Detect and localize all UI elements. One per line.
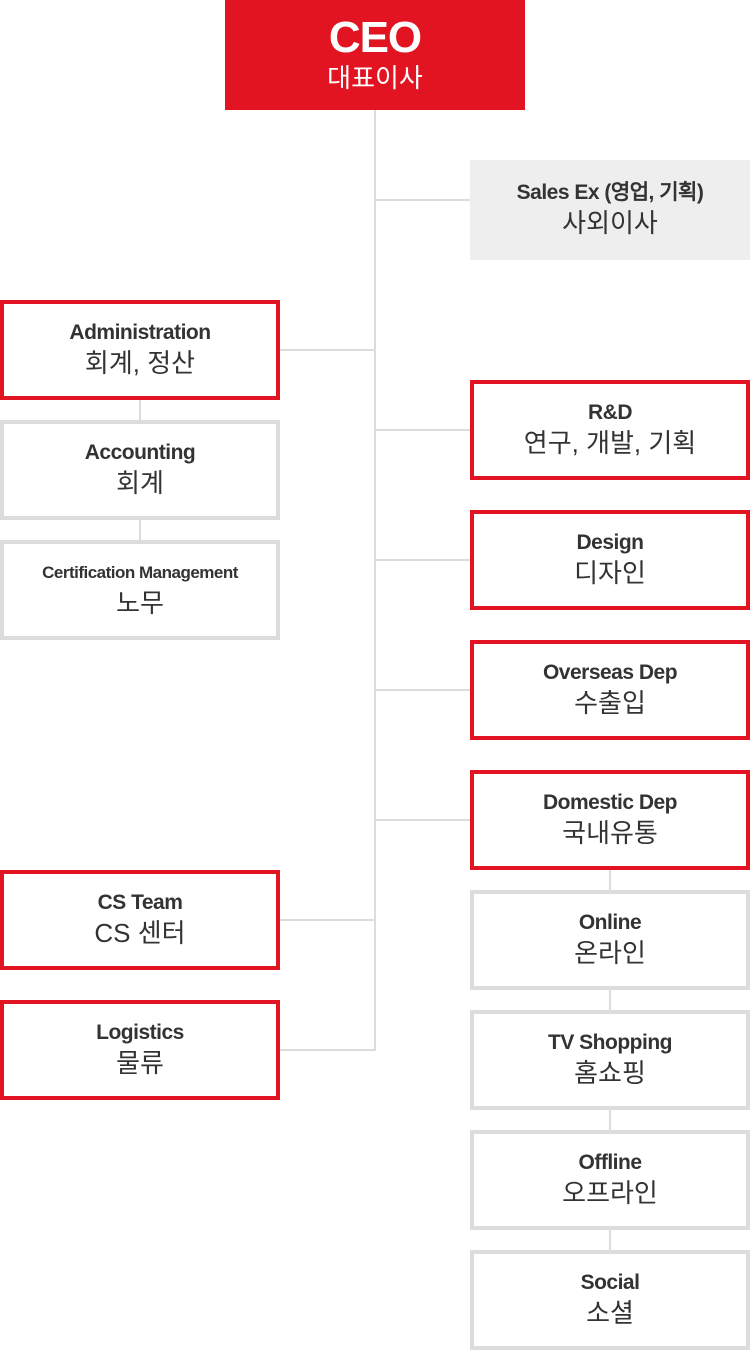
dept-offline: Offline 오프라인 [470,1130,750,1230]
dept-title-ko: 회계 [116,468,164,498]
dept-title-en: Online [578,911,642,934]
ceo-box: CEO 대표이사 [225,0,525,110]
main-trunk-line [374,110,376,1051]
dept-online: Online 온라인 [470,890,750,990]
dept-title-ko: 회계, 정산 [84,348,196,378]
dept-design: Design 디자인 [470,510,750,610]
connector-certification [139,520,141,540]
dept-title-en: R&D [588,401,633,424]
advisor-title-en: Sales Ex (영업, 기획) [516,181,704,204]
dept-title-ko: 소셜 [586,1298,634,1328]
connector-administration [280,349,375,351]
dept-title-en: TV Shopping [548,1031,672,1054]
connector-tv [609,990,611,1010]
dept-title-ko: 수출입 [574,688,646,718]
dept-title-ko: 물류 [116,1048,164,1078]
advisor-box: Sales Ex (영업, 기획) 사외이사 [470,160,750,260]
connector-rnd [375,429,470,431]
connector-overseas [375,689,470,691]
dept-title-ko: 오프라인 [562,1178,658,1208]
dept-title-en: Design [576,531,644,554]
dept-accounting: Accounting 회계 [0,420,280,520]
dept-administration: Administration 회계, 정산 [0,300,280,400]
connector-cs [280,919,375,921]
dept-title-en: Logistics [96,1021,184,1044]
dept-title-en: Administration [69,321,211,344]
dept-title-ko: 연구, 개발, 기획 [523,428,697,458]
dept-domestic: Domestic Dep 국내유통 [470,770,750,870]
dept-overseas: Overseas Dep 수출입 [470,640,750,740]
dept-title-en: Offline [578,1151,643,1174]
dept-title-en: Certification Management [42,563,238,582]
connector-online [609,870,611,890]
dept-title-ko: 국내유통 [562,818,658,848]
dept-title-ko: 디자인 [574,558,646,588]
dept-rnd: R&D 연구, 개발, 기획 [470,380,750,480]
dept-title-en: Overseas Dep [542,661,678,684]
ceo-title-ko: 대표이사 [327,63,423,93]
connector-offline [609,1110,611,1130]
dept-title-ko: CS 센터 [94,918,186,948]
dept-logistics: Logistics 물류 [0,1000,280,1100]
connector-social [609,1230,611,1250]
dept-title-en: Accounting [84,441,196,464]
dept-title-en: Domestic Dep [542,791,678,814]
dept-social: Social 소셜 [470,1250,750,1350]
connector-advisor [375,199,470,201]
dept-cs-team: CS Team CS 센터 [0,870,280,970]
dept-title-en: Social [580,1271,640,1294]
connector-domestic [375,819,470,821]
advisor-title-ko: 사외이사 [562,208,658,238]
dept-title-ko: 온라인 [574,938,646,968]
dept-title-ko: 노무 [116,588,164,618]
dept-tv-shopping: TV Shopping 홈쇼핑 [470,1010,750,1110]
dept-title-en: CS Team [97,891,183,914]
dept-title-ko: 홈쇼핑 [574,1058,646,1088]
connector-design [375,559,470,561]
ceo-title-en: CEO [328,13,422,62]
dept-certification-management: Certification Management 노무 [0,540,280,640]
connector-logistics [280,1049,376,1051]
connector-accounting [139,400,141,420]
